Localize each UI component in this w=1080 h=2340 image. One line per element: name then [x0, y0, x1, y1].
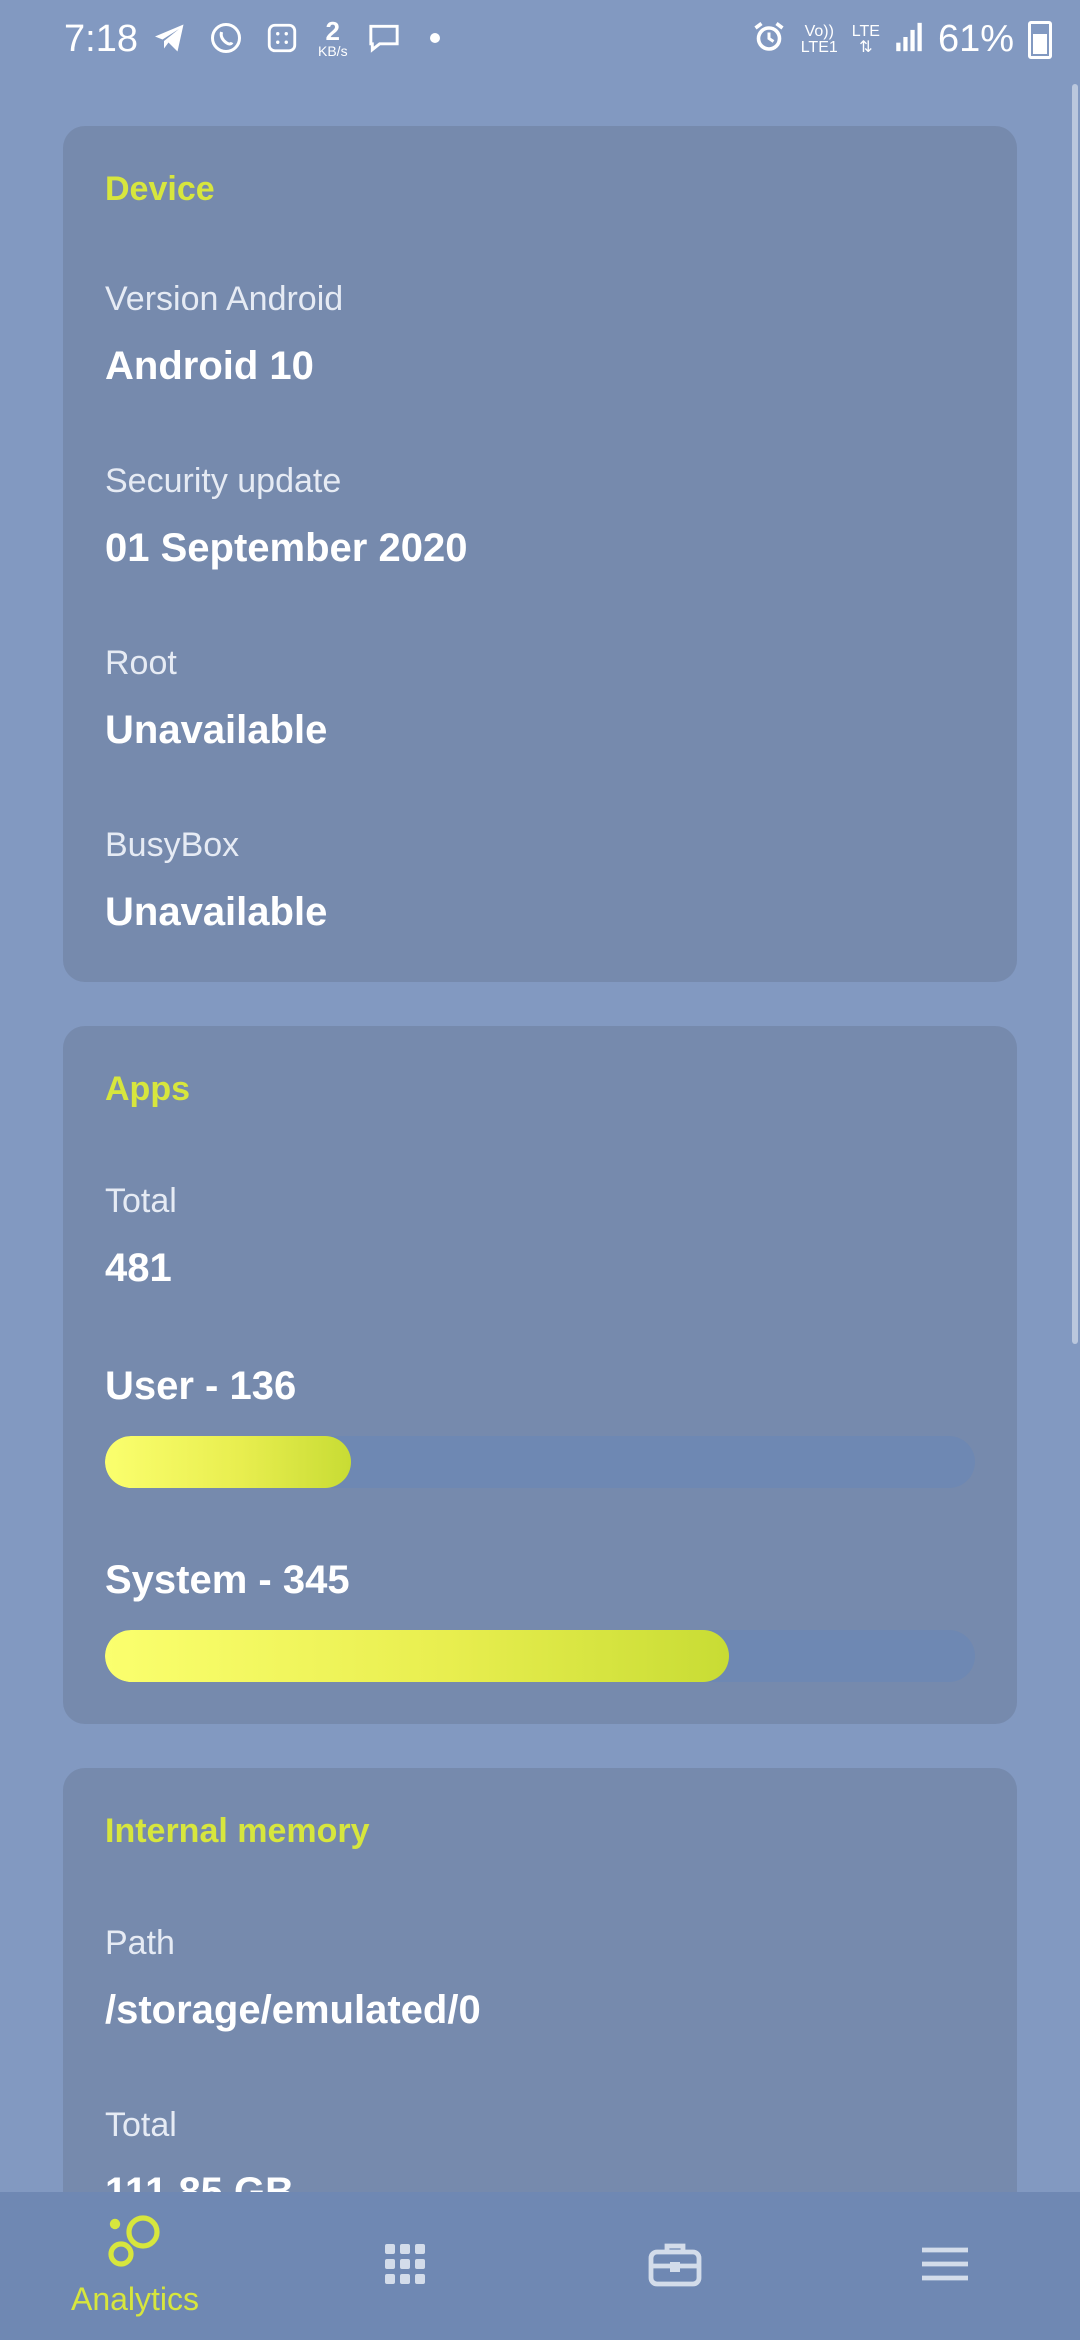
- nav-apps[interactable]: [270, 2192, 540, 2340]
- status-bar: 7:18 2 KB/s Vo)) LTE1 LTE ⇅ 61%: [0, 0, 1080, 84]
- user-apps-progress-track: [105, 1436, 975, 1488]
- path-value: /storage/emulated/0: [105, 1988, 481, 2032]
- system-icons: Vo)) LTE1 LTE ⇅ 61%: [751, 18, 1052, 61]
- lte1-label: LTE1: [800, 38, 838, 56]
- notification-icons: 2 KB/s: [150, 18, 440, 58]
- system-apps-label: System - 345: [105, 1558, 350, 1602]
- battery-percent: 61%: [937, 18, 1014, 60]
- alarm-icon: [751, 19, 787, 60]
- system-apps-progress-track: [105, 1630, 975, 1682]
- data-arrows-icon: ⇅: [859, 38, 873, 56]
- message-icon: [364, 18, 404, 58]
- more-notifications-dot: [429, 33, 440, 43]
- lte-label: LTE: [851, 22, 880, 40]
- apps-title: Apps: [105, 1070, 190, 1108]
- version-android-value: Android 10: [105, 344, 314, 388]
- telegram-icon: [150, 18, 190, 58]
- apps-total-label: Total: [105, 1182, 177, 1220]
- device-title: Device: [105, 170, 215, 208]
- nav-analytics[interactable]: Analytics: [0, 2192, 270, 2340]
- battery-icon: [1028, 20, 1052, 59]
- analytics-icon: [105, 2214, 165, 2275]
- bottom-navigation: Analytics: [0, 2192, 1080, 2340]
- path-label: Path: [105, 1924, 175, 1962]
- lte-indicator: LTE ⇅: [851, 22, 880, 56]
- volte-label: Vo)): [804, 22, 834, 40]
- device-card: Device Version Android Android 10 Securi…: [63, 126, 1017, 982]
- calculator-icon: [262, 18, 302, 58]
- security-update-value: 01 September 2020: [105, 526, 468, 570]
- volte-indicator: Vo)) LTE1: [800, 22, 838, 56]
- version-android-label: Version Android: [105, 280, 344, 318]
- nav-menu[interactable]: [810, 2192, 1080, 2340]
- root-value: Unavailable: [105, 708, 328, 752]
- apps-card: Apps Total 481 User - 136 System - 345: [63, 1026, 1017, 1724]
- internal-memory-title: Internal memory: [105, 1812, 370, 1850]
- apps-grid-icon: [381, 2240, 429, 2293]
- busybox-value: Unavailable: [105, 890, 328, 934]
- scroll-indicator[interactable]: [1072, 84, 1078, 1344]
- network-speed: 2 KB/s: [318, 18, 348, 58]
- memory-total-label: Total: [105, 2106, 177, 2144]
- user-apps-label: User - 136: [105, 1364, 297, 1408]
- nav-toolbox[interactable]: [540, 2192, 810, 2340]
- signal-icon: [894, 20, 924, 59]
- network-speed-value: 2: [325, 16, 341, 46]
- security-update-label: Security update: [105, 462, 342, 500]
- apps-total-value: 481: [105, 1246, 172, 1290]
- network-speed-unit: KB/s: [318, 43, 348, 59]
- menu-icon: [920, 2244, 970, 2289]
- nav-analytics-label: Analytics: [70, 2281, 200, 2317]
- status-time: 7:18: [64, 18, 138, 60]
- system-apps-progress-fill: [105, 1630, 729, 1682]
- user-apps-progress-fill: [105, 1436, 352, 1488]
- root-label: Root: [105, 644, 177, 682]
- toolbox-icon: [647, 2238, 703, 2295]
- busybox-label: BusyBox: [105, 826, 240, 864]
- whatsapp-icon: [206, 18, 246, 58]
